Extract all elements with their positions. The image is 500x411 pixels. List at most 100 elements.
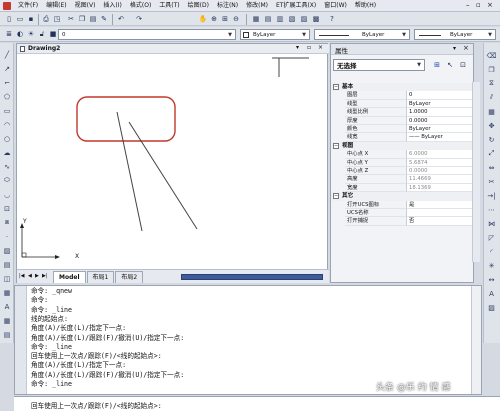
menu-item-3[interactable]: 插入(I) bbox=[99, 0, 125, 12]
offset-icon[interactable]: ⫽ bbox=[486, 92, 497, 103]
polygon-icon[interactable]: ⬠ bbox=[2, 91, 12, 102]
menu-item-7[interactable]: 标注(N) bbox=[213, 0, 242, 12]
collapse-icon[interactable]: − bbox=[333, 193, 339, 200]
mirror-icon[interactable]: ⧖ bbox=[486, 78, 497, 89]
last-tab-icon[interactable]: ▶| bbox=[42, 273, 48, 279]
property-value[interactable]: 0.0000 bbox=[407, 116, 472, 125]
drawing-canvas[interactable] bbox=[17, 54, 327, 269]
spline-icon[interactable]: ∿ bbox=[2, 161, 12, 172]
move-icon[interactable]: ✥ bbox=[486, 120, 497, 131]
construction-line-icon[interactable]: ↗ bbox=[2, 63, 12, 74]
layer-lock-icon[interactable]: 🔓︎ bbox=[37, 29, 47, 39]
select-objects-icon[interactable]: ↖ bbox=[445, 60, 455, 70]
property-value[interactable]: 5.6874 bbox=[407, 158, 472, 167]
menu-item-0[interactable]: 文件(F) bbox=[14, 0, 42, 12]
property-row[interactable]: 厚度 0.0000 bbox=[339, 116, 472, 125]
extend-icon[interactable]: →| bbox=[486, 190, 497, 201]
copy-icon[interactable]: ❐ bbox=[77, 14, 87, 24]
category-other[interactable]: − 其它 bbox=[331, 192, 472, 201]
help-icon[interactable]: ? bbox=[327, 14, 337, 24]
multiline-text-icon[interactable]: A bbox=[2, 301, 12, 312]
layer-dropdown[interactable]: 0 ▼ bbox=[58, 29, 236, 40]
preview-icon[interactable]: ◳ bbox=[52, 14, 62, 24]
revision-cloud-icon[interactable]: ☁ bbox=[2, 147, 12, 158]
prev-tab-icon[interactable]: ◀ bbox=[28, 273, 32, 279]
property-value[interactable]: 18.1369 bbox=[407, 183, 472, 193]
property-row[interactable]: 图层 0 bbox=[339, 91, 472, 100]
layout-tab-1[interactable]: 布局1 bbox=[86, 271, 115, 283]
property-row[interactable]: 高度 11.4669 bbox=[339, 175, 472, 184]
stretch-icon[interactable]: ⇔ bbox=[486, 162, 497, 173]
markup-icon[interactable]: ▨ bbox=[299, 14, 309, 24]
rounded-rectangle-shape[interactable] bbox=[76, 96, 176, 142]
menu-item-1[interactable]: 编辑(E) bbox=[42, 0, 70, 12]
undo-icon[interactable]: ↶ bbox=[116, 14, 126, 24]
grid-icon[interactable]: ▦ bbox=[2, 315, 12, 326]
property-value[interactable]: 11.4669 bbox=[407, 175, 472, 184]
menu-item-10[interactable]: 窗口(W) bbox=[320, 0, 351, 12]
property-row[interactable]: 线宽 —— ByLayer bbox=[339, 133, 472, 142]
property-row[interactable]: 中心点 Y 5.6874 bbox=[339, 158, 472, 167]
command-prompt-bar[interactable]: 回车使用上一次点/跟踪(F)/<线的起始点>: bbox=[14, 396, 500, 411]
property-value[interactable]: ByLayer bbox=[407, 99, 472, 109]
copy-object-icon[interactable]: ❐ bbox=[486, 64, 497, 75]
property-value[interactable]: 6.0000 bbox=[407, 150, 472, 159]
point-icon[interactable]: · bbox=[2, 231, 12, 242]
join-icon[interactable]: ⋈ bbox=[486, 218, 497, 229]
window-restore-icon[interactable]: ▫ bbox=[476, 1, 481, 9]
selection-dropdown[interactable]: 无选择 ▼ bbox=[333, 59, 425, 71]
drawing-restore-icon[interactable]: ▫ bbox=[307, 44, 311, 51]
property-row[interactable]: 颜色 ByLayer bbox=[339, 125, 472, 134]
insert-block-icon[interactable]: ⊡ bbox=[2, 203, 12, 214]
hatch-icon[interactable]: ▨ bbox=[2, 245, 12, 256]
table-icon[interactable]: ▦ bbox=[2, 287, 12, 298]
menu-item-5[interactable]: 工具(T) bbox=[155, 0, 183, 12]
collapse-icon[interactable]: − bbox=[333, 142, 339, 149]
make-block-icon[interactable]: ⧈ bbox=[2, 217, 12, 228]
property-value[interactable]: 0.0000 bbox=[407, 167, 472, 176]
layout-tab-2[interactable]: 布局2 bbox=[115, 271, 144, 283]
ellipse-icon[interactable]: ⬭ bbox=[2, 175, 12, 186]
property-row[interactable]: 中心点 X 6.0000 bbox=[339, 150, 472, 159]
match-properties-icon[interactable]: ✎ bbox=[99, 14, 109, 24]
category-basic[interactable]: − 基本 bbox=[331, 83, 472, 92]
cut-icon[interactable]: ✂ bbox=[66, 14, 76, 24]
hatch-edit-icon[interactable]: ▨ bbox=[486, 302, 497, 313]
collapse-icon[interactable]: − bbox=[333, 84, 339, 90]
window-close-icon[interactable]: × bbox=[487, 1, 493, 9]
property-value[interactable]: 0 bbox=[407, 91, 472, 100]
property-value[interactable]: 否 bbox=[407, 217, 472, 226]
paste-icon[interactable]: ▤ bbox=[88, 14, 98, 24]
linetype-dropdown[interactable]: ByLayer ▼ bbox=[314, 29, 410, 40]
gradient-icon[interactable]: ▤ bbox=[2, 259, 12, 270]
properties-titlebar[interactable]: 属性 ▾ × bbox=[331, 44, 473, 55]
zoom-window-icon[interactable]: ⊞ bbox=[220, 14, 230, 24]
tool-palette-icon[interactable]: ▥ bbox=[275, 14, 285, 24]
quick-select-icon[interactable]: ⊞ bbox=[432, 60, 442, 70]
redo-icon[interactable]: ↷ bbox=[134, 14, 144, 24]
circle-icon[interactable]: ○ bbox=[2, 133, 12, 144]
property-value[interactable]: ByLayer bbox=[407, 125, 472, 134]
drawing-tab[interactable]: Drawing2 ▾ ▫ × bbox=[17, 44, 329, 54]
zoom-realtime-icon[interactable]: ⊕ bbox=[209, 14, 219, 24]
dimension-icon[interactable]: ↔ bbox=[486, 274, 497, 285]
scale-icon[interactable]: ⤢ bbox=[486, 148, 497, 159]
chamfer-icon[interactable]: ◸ bbox=[486, 232, 497, 243]
next-tab-icon[interactable]: ▶ bbox=[35, 273, 39, 279]
command-scrollbar[interactable] bbox=[471, 286, 481, 394]
rotate-icon[interactable]: ↻ bbox=[486, 134, 497, 145]
open-file-icon[interactable]: ▭ bbox=[15, 14, 25, 24]
category-view[interactable]: − 视图 bbox=[331, 141, 472, 151]
toggle-pickadd-icon[interactable]: ⊡ bbox=[458, 60, 468, 70]
property-row[interactable]: 中心点 Z 0.0000 bbox=[339, 167, 472, 176]
first-tab-icon[interactable]: |◀ bbox=[19, 273, 25, 279]
new-file-icon[interactable]: ▯ bbox=[4, 14, 14, 24]
window-minimize-icon[interactable]: – bbox=[466, 1, 470, 9]
lineweight-dropdown[interactable]: ByLayer ▼ bbox=[414, 29, 496, 40]
layer-state-icon[interactable]: ◐ bbox=[15, 29, 25, 39]
property-row[interactable]: 线型比例 1.0000 bbox=[339, 108, 472, 117]
break-icon[interactable]: ⋯ bbox=[486, 204, 497, 215]
property-row[interactable]: UCS名称 bbox=[339, 209, 472, 218]
sheet-set-icon[interactable]: ▧ bbox=[287, 14, 297, 24]
rectangle-icon[interactable]: ▭ bbox=[2, 105, 12, 116]
